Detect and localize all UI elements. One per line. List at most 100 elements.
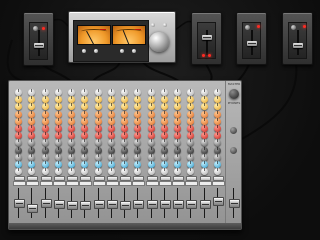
meter-switch[interactable] [132,49,136,53]
channel-knob-grey[interactable] [15,153,22,161]
channel-knob-blue[interactable] [213,161,221,168]
channel-knob-white[interactable] [134,168,142,176]
channel-knob-dark[interactable] [200,146,208,154]
channel-knob-blue[interactable] [121,161,128,168]
channel-knob-yellow[interactable] [54,103,62,111]
channel-knob-white[interactable] [107,89,115,96]
channel-knob-grey[interactable] [41,153,49,161]
channel-knob-blue[interactable] [107,161,115,168]
channel-knob-yellow[interactable] [174,96,181,104]
channel-knob-orange[interactable] [54,117,62,125]
channel-knob-white[interactable] [213,89,221,96]
channel-knob-blue[interactable] [68,161,75,168]
channel-knob-orange[interactable] [68,117,75,125]
channel-knob-grey[interactable] [160,139,168,147]
channel-knob-red[interactable] [68,125,75,132]
channel-knob-yellow[interactable] [68,96,75,104]
channel-knob-yellow[interactable] [107,103,115,111]
channel-knob-blue[interactable] [147,161,155,168]
channel-knob-white[interactable] [121,168,128,176]
channel-knob-white[interactable] [81,168,89,176]
channel-knob-orange[interactable] [147,117,155,125]
channel-knob-grey[interactable] [81,153,89,161]
channel-knob-white[interactable] [121,89,128,96]
channel-knob-blue[interactable] [41,161,49,168]
channel-knob-yellow[interactable] [68,103,75,111]
channel-knob-red[interactable] [121,132,128,140]
channel-knob-blue[interactable] [200,161,208,168]
channel-knob-orange[interactable] [41,110,49,118]
channel-knob-white[interactable] [68,89,75,96]
channel-knob-red[interactable] [107,125,115,132]
channel-knob-grey[interactable] [134,139,142,147]
channel-knob-orange[interactable] [81,117,89,125]
channel-knob-grey[interactable] [213,139,221,147]
channel-knob-orange[interactable] [81,110,89,118]
trim-knob[interactable] [291,25,296,30]
channel-knob-grey[interactable] [147,153,155,161]
channel-fader[interactable] [93,200,105,209]
channel-knob-yellow[interactable] [41,103,49,111]
channel-knob-white[interactable] [54,168,62,176]
channel-knob-yellow[interactable] [15,103,22,111]
channel-knob-orange[interactable] [121,117,128,125]
channel-knob-red[interactable] [213,132,221,140]
channel-knob-yellow[interactable] [160,96,168,104]
channel-knob-white[interactable] [68,168,75,176]
channel-knob-yellow[interactable] [200,96,208,104]
channel-knob-orange[interactable] [213,117,221,125]
channel-knob-red[interactable] [15,132,22,140]
channel-knob-grey[interactable] [28,153,36,161]
channel-knob-yellow[interactable] [187,96,195,104]
channel-knob-yellow[interactable] [28,103,36,111]
channel-knob-white[interactable] [174,168,181,176]
channel-knob-orange[interactable] [15,110,22,118]
channel-knob-yellow[interactable] [121,96,128,104]
channel-knob-yellow[interactable] [134,96,142,104]
channel-knob-orange[interactable] [160,110,168,118]
channel-knob-blue[interactable] [54,161,62,168]
channel-knob-red[interactable] [160,125,168,132]
channel-knob-orange[interactable] [213,110,221,118]
channel-knob-orange[interactable] [94,117,102,125]
channel-knob-white[interactable] [81,89,89,96]
channel-knob-grey[interactable] [200,153,208,161]
channel-knob-dark[interactable] [134,146,142,154]
channel-knob-red[interactable] [213,125,221,132]
channel-fader[interactable] [120,201,131,211]
channel-fader[interactable] [186,200,198,209]
channel-knob-red[interactable] [41,132,49,140]
channel-knob-orange[interactable] [107,117,115,125]
channel-knob-grey[interactable] [121,139,128,147]
channel-knob-grey[interactable] [213,153,221,161]
channel-knob-blue[interactable] [28,161,36,168]
monitor-knob[interactable] [230,147,237,154]
channel-knob-grey[interactable] [68,153,75,161]
channel-knob-yellow[interactable] [174,103,181,111]
master-fader[interactable] [229,198,240,208]
channel-knob-red[interactable] [107,132,115,140]
channel-knob-grey[interactable] [41,139,49,147]
channel-knob-blue[interactable] [187,161,195,168]
channel-knob-grey[interactable] [174,153,181,161]
channel-knob-red[interactable] [81,132,89,140]
channel-knob-grey[interactable] [187,139,195,147]
channel-knob-blue[interactable] [15,161,22,168]
channel-knob-yellow[interactable] [28,96,36,104]
channel-fader[interactable] [159,200,171,209]
channel-knob-orange[interactable] [187,117,195,125]
channel-knob-white[interactable] [134,89,142,96]
channel-knob-white[interactable] [54,89,62,96]
unit-fader[interactable] [292,43,303,48]
channel-knob-yellow[interactable] [107,96,115,104]
channel-knob-red[interactable] [200,125,208,132]
unit-fader[interactable] [201,35,212,40]
channel-knob-red[interactable] [94,132,102,140]
channel-fader[interactable] [173,200,184,209]
channel-knob-dark[interactable] [121,146,128,154]
channel-knob-blue[interactable] [134,161,142,168]
channel-knob-grey[interactable] [28,139,36,147]
channel-knob-white[interactable] [94,168,102,176]
unit-fader[interactable] [246,41,257,46]
channel-knob-yellow[interactable] [134,103,142,111]
